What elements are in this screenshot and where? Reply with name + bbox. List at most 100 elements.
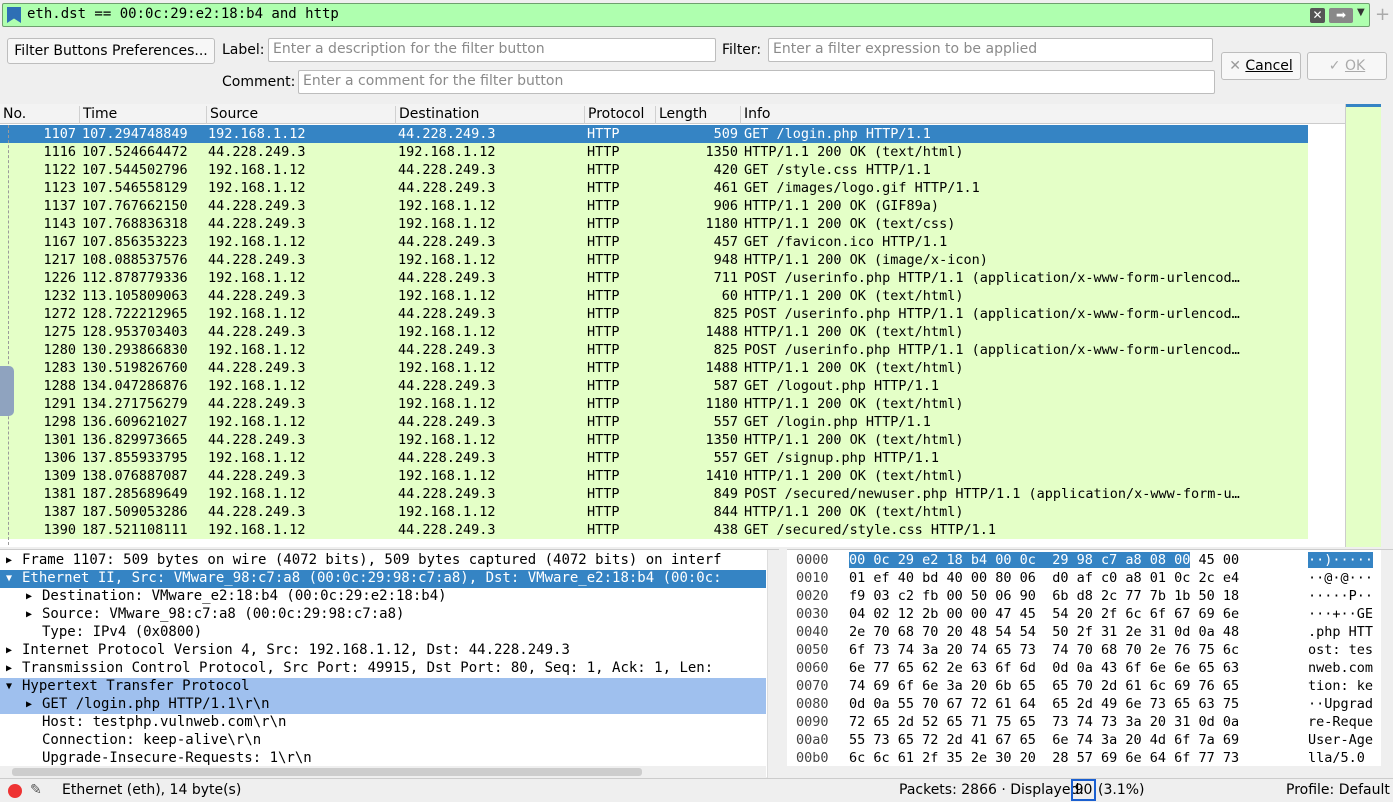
packet-row[interactable]: 1288 134.047286876 192.168.1.12 44.228.249.…	[0, 377, 1308, 395]
hex-ascii[interactable]: ··@·@···	[1308, 570, 1381, 588]
filter-history-dropdown-icon[interactable]: ▼	[1357, 7, 1365, 18]
expand-arrow-icon[interactable]: ▶	[6, 555, 12, 566]
label-input[interactable]: Enter a description for the filter butto…	[268, 38, 716, 62]
hex-bytes[interactable]: 72 65 2d 52 65 71 75 65 73 74 73 3a 20 3…	[849, 714, 1239, 732]
hex-bytes[interactable]: 74 69 6f 6e 3a 20 6b 65 65 70 2d 61 6c 6…	[849, 678, 1239, 696]
column-header-destination[interactable]: Destination	[395, 106, 584, 124]
hex-ascii[interactable]: ost: tes	[1308, 642, 1381, 660]
hex-bytes[interactable]: 0d 0a 55 70 67 72 61 64 65 2d 49 6e 73 6…	[849, 696, 1239, 714]
hex-ascii[interactable]: ··)·····	[1308, 552, 1381, 570]
details-scroll-thumb[interactable]	[12, 768, 642, 776]
filter-buttons-preferences-button[interactable]: Filter Buttons Preferences...	[7, 38, 215, 64]
packet-cell-info: POST /secured/newuser.php HTTP/1.1 (appl…	[744, 486, 1240, 502]
collapse-arrow-icon[interactable]: ▼	[6, 681, 12, 692]
comment-input[interactable]: Enter a comment for the filter button	[298, 70, 1215, 94]
display-filter-input[interactable]: eth.dst == 00:0c:29:e2:18:b4 and http ✕ …	[2, 3, 1370, 27]
hex-bytes[interactable]: 00 0c 29 e2 18 b4 00 0c 29 98 c7 a8 08 0…	[849, 552, 1239, 570]
hex-bytes[interactable]: 01 ef 40 bd 40 00 80 06 d0 af c0 a8 01 0…	[849, 570, 1239, 588]
detail-tree-item[interactable]: ▼ Hypertext Transfer Protocol	[0, 678, 766, 696]
detail-tree-item[interactable]: Host: testphp.vulnweb.com\r\n	[0, 714, 766, 732]
hex-ascii[interactable]: .php HTT	[1308, 624, 1381, 642]
filter-expression-input[interactable]: Enter a filter expression to be applied	[768, 38, 1213, 62]
packet-row[interactable]: 1232 113.105809063 44.228.249.3 192.168.1.1…	[0, 287, 1308, 305]
hex-ascii[interactable]: nweb.com	[1308, 660, 1381, 678]
hex-ascii[interactable]: tion: ke	[1308, 678, 1381, 696]
hex-ascii[interactable]: ···+··GE	[1308, 606, 1381, 624]
detail-tree-item[interactable]: ▶ Source: VMware_98:c7:a8 (00:0c:29:98:c7…	[0, 606, 766, 624]
packet-row[interactable]: 1123 107.546558129 192.168.1.12 44.228.249.…	[0, 179, 1308, 197]
packet-row[interactable]: 1298 136.609621027 192.168.1.12 44.228.249.…	[0, 413, 1308, 431]
packet-list-scrollbar[interactable]	[1381, 104, 1393, 547]
hex-bytes[interactable]: f9 03 c2 fb 00 50 06 90 6b d8 2c 77 7b 1…	[849, 588, 1239, 606]
bookmark-icon[interactable]	[7, 7, 21, 23]
packet-row[interactable]: 1301 136.829973665 44.228.249.3 192.168.1.1…	[0, 431, 1308, 449]
packet-row[interactable]: 1283 130.519826760 44.228.249.3 192.168.1.1…	[0, 359, 1308, 377]
detail-tree-item[interactable]: Connection: keep-alive\r\n	[0, 732, 766, 750]
packet-row[interactable]: 1107 107.294748849 192.168.1.12 44.228.249.…	[0, 125, 1308, 143]
packet-row[interactable]: 1306 137.855933795 192.168.1.12 44.228.249.…	[0, 449, 1308, 467]
detail-tree-item[interactable]: ▼ Ethernet II, Src: VMware_98:c7:a8 (00:0…	[0, 570, 766, 588]
hex-bytes[interactable]: 04 02 12 2b 00 00 47 45 54 20 2f 6c 6f 6…	[849, 606, 1239, 624]
bytes-vertical-scrollbar[interactable]	[1381, 550, 1393, 778]
detail-tree-item[interactable]: ▶ GET /login.php HTTP/1.1\r\n	[0, 696, 766, 714]
column-header-protocol[interactable]: Protocol	[584, 106, 655, 124]
packet-row[interactable]: 1275 128.953703403 44.228.249.3 192.168.1.1…	[0, 323, 1308, 341]
packet-row[interactable]: 1387 187.509053286 44.228.249.3 192.168.1.1…	[0, 503, 1308, 521]
column-header-source[interactable]: Source	[206, 106, 395, 124]
detail-tree-item[interactable]: ▶ Frame 1107: 509 bytes on wire (4072 bit…	[0, 552, 766, 570]
bytes-horizontal-scrollbar[interactable]	[787, 766, 1381, 778]
hex-ascii[interactable]: re-Reque	[1308, 714, 1381, 732]
expand-arrow-icon[interactable]: ▶	[26, 591, 32, 602]
column-header-no[interactable]: No.	[0, 106, 79, 124]
expand-arrow-icon[interactable]: ▶	[26, 699, 32, 710]
cancel-button[interactable]: ✕ Cancel	[1221, 52, 1301, 80]
packet-row[interactable]: 1390 187.521108111 192.168.1.12 44.228.249.…	[0, 521, 1308, 539]
packet-row[interactable]: 1122 107.544502796 192.168.1.12 44.228.249.…	[0, 161, 1308, 179]
column-header-time[interactable]: Time	[79, 106, 206, 124]
packet-cell-src: 44.228.249.3	[208, 360, 306, 376]
detail-tree-item[interactable]: Type: IPv4 (0x0800)	[0, 624, 766, 642]
hex-ascii[interactable]: User-Age	[1308, 732, 1381, 750]
detail-tree-item[interactable]: ▶ Transmission Control Protocol, Src Port…	[0, 660, 766, 678]
packet-row[interactable]: 1217 108.088537576 44.228.249.3 192.168.1.1…	[0, 251, 1308, 269]
expand-arrow-icon[interactable]: ▶	[6, 663, 12, 674]
packet-row[interactable]: 1381 187.285689649 192.168.1.12 44.228.249.…	[0, 485, 1308, 503]
profile-label[interactable]: Profile: Default	[1286, 782, 1390, 798]
detail-tree-item[interactable]: ▶ Destination: VMware_e2:18:b4 (00:0c:29:…	[0, 588, 766, 606]
capture-comment-icon[interactable]: ✎	[30, 782, 42, 798]
hex-bytes[interactable]: 6e 77 65 62 2e 63 6f 6d 0d 0a 43 6f 6e 6…	[849, 660, 1239, 678]
packet-row[interactable]: 1137 107.767662150 44.228.249.3 192.168.1.1…	[0, 197, 1308, 215]
packet-row[interactable]: 1167 107.856353223 192.168.1.12 44.228.249.…	[0, 233, 1308, 251]
display-filter-text[interactable]: eth.dst == 00:0c:29:e2:18:b4 and http	[27, 6, 339, 22]
packet-row[interactable]: 1143 107.768836318 44.228.249.3 192.168.1.1…	[0, 215, 1308, 233]
displayed-count: 90	[1071, 779, 1096, 801]
detail-tree-item[interactable]: ▶ Internet Protocol Version 4, Src: 192.1…	[0, 642, 766, 660]
apply-filter-icon[interactable]: ➡	[1329, 8, 1353, 23]
packet-cell-dst: 44.228.249.3	[398, 486, 496, 502]
ok-button[interactable]: ✓ OK	[1307, 52, 1387, 80]
column-header-info[interactable]: Info	[740, 106, 1345, 124]
clear-filter-icon[interactable]: ✕	[1310, 8, 1325, 23]
expand-arrow-icon[interactable]: ▶	[6, 645, 12, 656]
packet-row[interactable]: 1272 128.722212965 192.168.1.12 44.228.249.…	[0, 305, 1308, 323]
sidebar-toggle-handle[interactable]	[0, 366, 14, 416]
packet-row[interactable]: 1309 138.076887087 44.228.249.3 192.168.1.1…	[0, 467, 1308, 485]
hex-ascii[interactable]: ·····P··	[1308, 588, 1381, 606]
packet-row[interactable]: 1116 107.524664472 44.228.249.3 192.168.1.1…	[0, 143, 1308, 161]
packet-row[interactable]: 1291 134.271756279 44.228.249.3 192.168.1.1…	[0, 395, 1308, 413]
details-horizontal-scrollbar[interactable]	[0, 766, 766, 778]
packet-row[interactable]: 1280 130.293866830 192.168.1.12 44.228.249.…	[0, 341, 1308, 359]
collapse-arrow-icon[interactable]: ▼	[6, 573, 12, 584]
expand-arrow-icon[interactable]: ▶	[26, 609, 32, 620]
hex-bytes[interactable]: 2e 70 68 70 20 48 54 54 50 2f 31 2e 31 0…	[849, 624, 1239, 642]
details-vertical-scrollbar[interactable]	[767, 550, 779, 778]
column-header-length[interactable]: Length	[655, 106, 740, 124]
hex-bytes[interactable]: 6f 73 74 3a 20 74 65 73 74 70 68 70 2e 7…	[849, 642, 1239, 660]
displayed-percent: (3.1%)	[1098, 782, 1145, 798]
packet-minimap[interactable]	[1345, 104, 1382, 547]
expert-info-icon[interactable]	[8, 784, 22, 798]
packet-row[interactable]: 1226 112.878779336 192.168.1.12 44.228.249.…	[0, 269, 1308, 287]
add-filter-button-icon[interactable]: +	[1375, 4, 1390, 25]
hex-bytes[interactable]: 55 73 65 72 2d 41 67 65 6e 74 3a 20 4d 6…	[849, 732, 1239, 750]
hex-ascii[interactable]: ··Upgrad	[1308, 696, 1381, 714]
